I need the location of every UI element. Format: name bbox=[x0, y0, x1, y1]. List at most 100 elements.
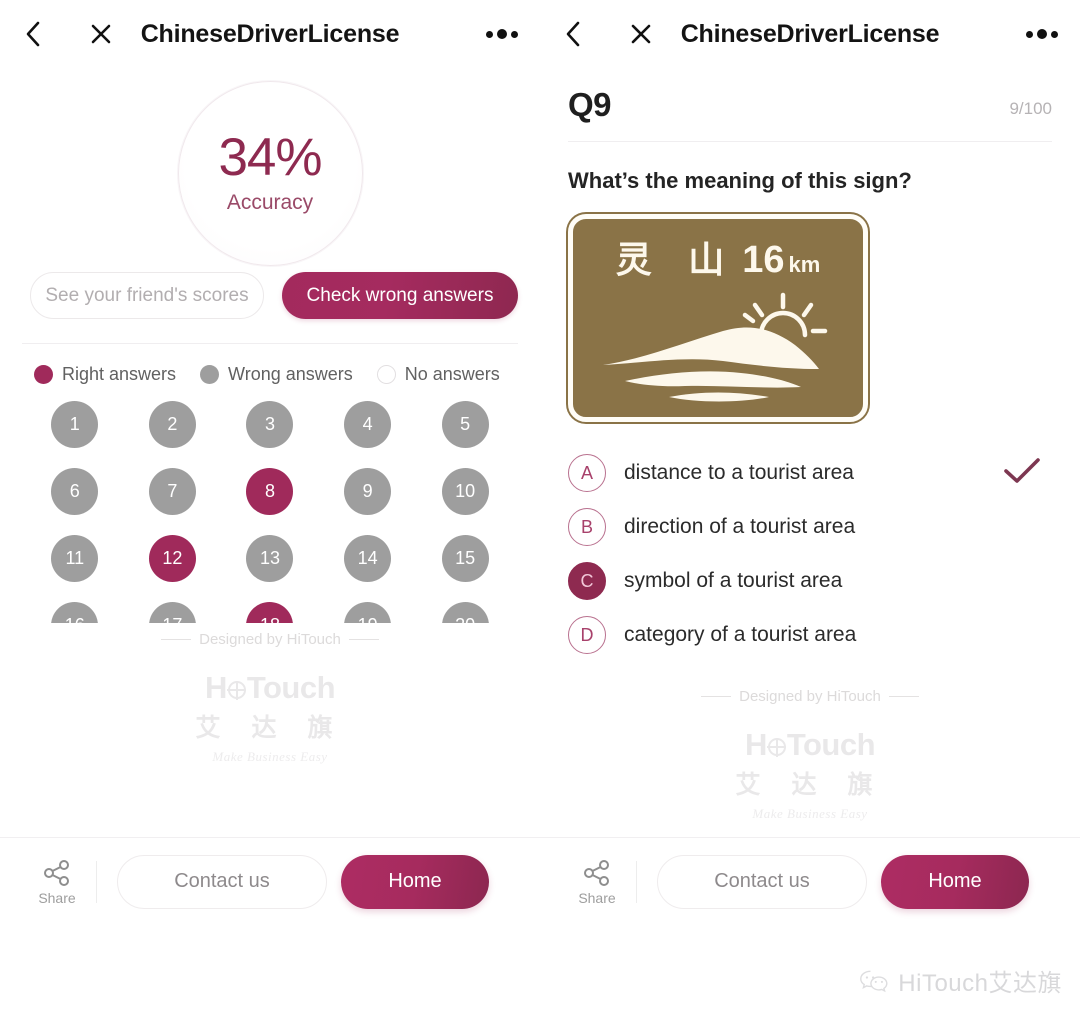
option-badge-b: B bbox=[568, 508, 606, 546]
question-number-grid: 1 2 3 4 5 6 7 8 9 10 11 12 13 14 15 16 1… bbox=[0, 401, 540, 623]
question-chip[interactable]: 18 bbox=[246, 602, 294, 623]
back-icon[interactable] bbox=[558, 19, 588, 49]
question-chip[interactable]: 12 bbox=[148, 535, 196, 582]
question-chip[interactable]: 17 bbox=[148, 602, 196, 623]
question-chip[interactable]: 15 bbox=[441, 535, 489, 582]
option-a[interactable]: A distance to a tourist area bbox=[568, 446, 1052, 500]
logo-suffix: Touch bbox=[786, 727, 876, 762]
logo-prefix: H bbox=[204, 670, 227, 705]
legend-dot-wrong-icon bbox=[200, 365, 220, 384]
legend-label-wrong: Wrong answers bbox=[228, 364, 353, 384]
share-label: Share bbox=[38, 889, 76, 906]
question-chip[interactable]: 6 bbox=[51, 468, 99, 515]
option-d[interactable]: D category of a tourist area bbox=[568, 608, 1052, 662]
legend-label-right: Right answers bbox=[62, 364, 177, 384]
page-title: ChineseDriverLicense bbox=[140, 19, 400, 48]
accuracy-ring: 34% Accuracy bbox=[177, 80, 363, 266]
question-chip[interactable]: 8 bbox=[246, 468, 294, 515]
check-wrong-answers-button[interactable]: Check wrong answers bbox=[282, 272, 518, 319]
designed-by-left: Designed by HiTouch bbox=[0, 631, 540, 648]
question-chip[interactable]: 9 bbox=[344, 468, 392, 515]
accuracy-label: Accuracy bbox=[226, 191, 314, 214]
question-grid-scroll[interactable]: 1 2 3 4 5 6 7 8 9 10 11 12 13 14 15 16 1… bbox=[0, 385, 540, 623]
option-text-a: distance to a tourist area bbox=[624, 461, 854, 484]
designed-by-text: Designed by HiTouch bbox=[739, 688, 881, 705]
share-icon bbox=[44, 859, 69, 886]
logo-suffix: Touch bbox=[246, 670, 336, 705]
home-button[interactable]: Home bbox=[881, 854, 1029, 909]
question-chip[interactable]: 16 bbox=[51, 602, 99, 623]
question-chip[interactable]: 7 bbox=[148, 468, 196, 515]
wechat-icon bbox=[860, 970, 888, 992]
question-chip[interactable]: 1 bbox=[51, 401, 99, 448]
question-chip[interactable]: 14 bbox=[344, 535, 392, 582]
logo-tagline: Make Business Easy bbox=[212, 749, 328, 764]
legend-item-wrong: Wrong answers bbox=[200, 364, 353, 385]
option-text-d: category of a tourist area bbox=[624, 623, 857, 646]
question-chip[interactable]: 20 bbox=[441, 602, 489, 623]
legend-item-none: No answers bbox=[376, 364, 500, 385]
back-icon[interactable] bbox=[18, 19, 48, 49]
question-chip[interactable]: 3 bbox=[246, 401, 294, 448]
question-chip[interactable]: 11 bbox=[51, 535, 99, 582]
correct-check-icon bbox=[1002, 457, 1042, 490]
option-text-c: symbol of a tourist area bbox=[624, 569, 843, 592]
logo-chinese: 艾 达 旗 bbox=[195, 714, 345, 742]
vertical-separator bbox=[96, 860, 97, 903]
navbar-right: ChineseDriverLicense bbox=[540, 0, 1080, 68]
bottom-bar-right: Share Contact us Home bbox=[540, 837, 1080, 925]
logo-wordmark: H Touch bbox=[745, 727, 876, 763]
legend-dot-right-icon bbox=[34, 365, 53, 384]
rule-left bbox=[701, 696, 732, 697]
rule-left bbox=[161, 639, 192, 640]
globe-icon bbox=[767, 738, 786, 756]
app-screenshot: ChineseDriverLicense 34% Accuracy See yo… bbox=[0, 0, 1080, 1016]
question-header: Q9 9/100 bbox=[540, 68, 1080, 124]
answer-options: A distance to a tourist area B direction… bbox=[540, 422, 1080, 662]
left-panel-results: ChineseDriverLicense 34% Accuracy See yo… bbox=[0, 0, 540, 925]
home-button[interactable]: Home bbox=[341, 854, 489, 909]
more-dots-icon[interactable] bbox=[1026, 29, 1058, 39]
option-badge-c: C bbox=[568, 562, 606, 600]
question-chip[interactable]: 5 bbox=[441, 401, 489, 448]
wechat-watermark: HiTouch艾达旗 bbox=[859, 963, 1062, 998]
question-chip[interactable]: 19 bbox=[344, 602, 392, 623]
globe-icon bbox=[227, 681, 246, 699]
question-chip[interactable]: 13 bbox=[246, 535, 294, 582]
question-chip[interactable]: 10 bbox=[441, 468, 489, 515]
accuracy-section: 34% Accuracy bbox=[0, 68, 540, 278]
road-sign-image: 灵 山 16 km bbox=[568, 214, 868, 422]
rule-right bbox=[348, 639, 379, 640]
question-counter: 9/100 bbox=[1009, 99, 1052, 118]
question-number: Q9 bbox=[568, 86, 612, 123]
rule-right bbox=[888, 696, 919, 697]
option-text-b: direction of a tourist area bbox=[624, 515, 856, 538]
option-badge-d: D bbox=[568, 616, 606, 654]
logo-tagline: Make Business Easy bbox=[752, 806, 868, 821]
hitouch-logo-right: H Touch 艾 达 旗 Make Business Easy bbox=[540, 727, 1080, 822]
legend-dot-none-icon bbox=[376, 365, 396, 384]
close-icon[interactable] bbox=[86, 19, 116, 49]
share-button[interactable]: Share bbox=[20, 858, 94, 906]
see-friend-scores-button[interactable]: See your friend's scores bbox=[30, 272, 264, 319]
question-text: What’s the meaning of this sign? bbox=[568, 168, 912, 193]
navbar-left: ChineseDriverLicense bbox=[0, 0, 540, 68]
share-label: Share bbox=[578, 889, 616, 906]
contact-us-button[interactable]: Contact us bbox=[657, 854, 867, 909]
legend-item-right: Right answers bbox=[34, 364, 176, 385]
road-sign-container: 灵 山 16 km bbox=[540, 194, 1080, 422]
share-button[interactable]: Share bbox=[560, 858, 634, 906]
bottom-bar-left: Share Contact us Home bbox=[0, 837, 540, 925]
legend-label-none: No answers bbox=[404, 364, 500, 384]
watermark-text: HiTouch艾达旗 bbox=[898, 970, 1062, 997]
mountain-sun-pictogram bbox=[603, 292, 828, 402]
page-title: ChineseDriverLicense bbox=[680, 19, 940, 48]
more-dots-icon[interactable] bbox=[486, 29, 518, 39]
question-chip[interactable]: 4 bbox=[344, 401, 392, 448]
option-b[interactable]: B direction of a tourist area bbox=[568, 500, 1052, 554]
option-c[interactable]: C symbol of a tourist area bbox=[568, 554, 1052, 608]
designed-by-right: Designed by HiTouch bbox=[540, 688, 1080, 705]
question-chip[interactable]: 2 bbox=[148, 401, 196, 448]
contact-us-button[interactable]: Contact us bbox=[117, 854, 327, 909]
close-icon[interactable] bbox=[626, 19, 656, 49]
